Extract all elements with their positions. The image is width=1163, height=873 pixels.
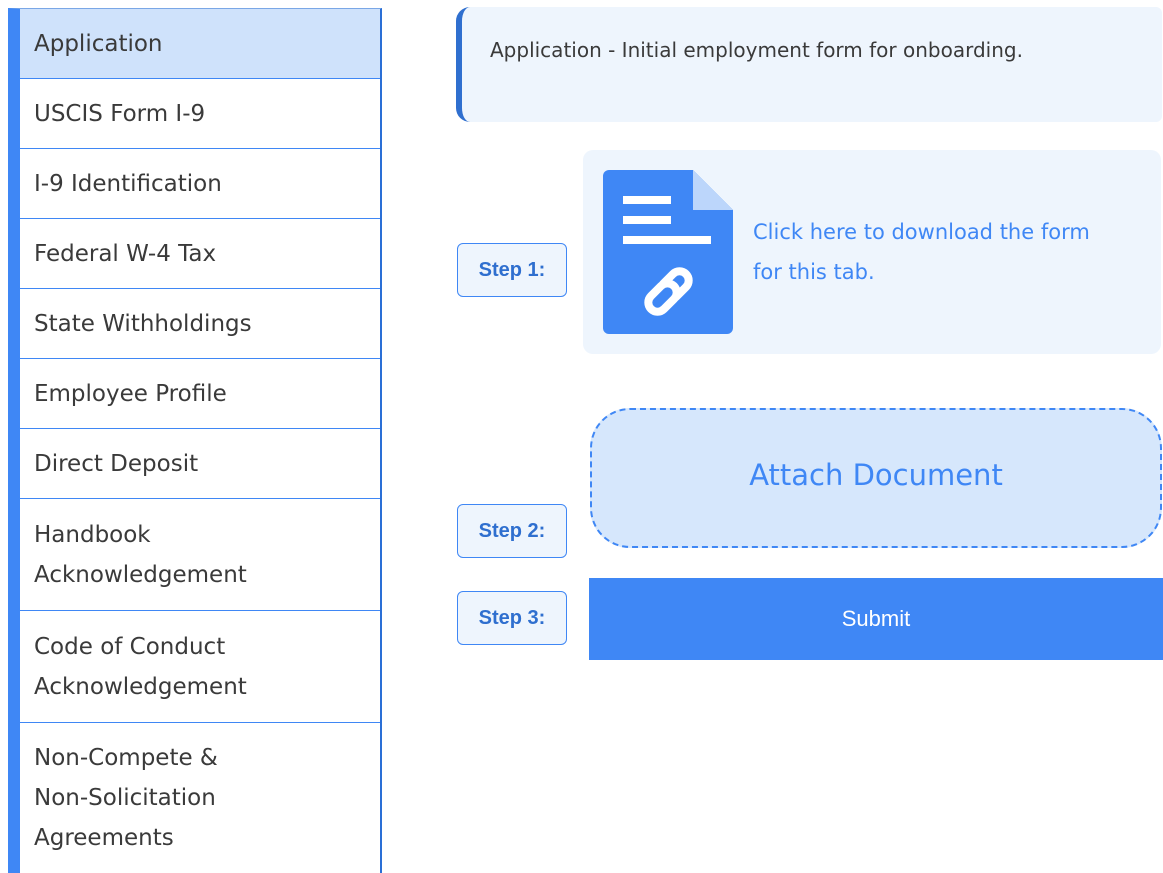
step-1-label: Step 1: (457, 243, 567, 297)
description-text: Application - Initial employment form fo… (490, 38, 1023, 62)
document-link-icon (603, 170, 733, 334)
sidebar-item-label: State Withholdings (34, 310, 252, 337)
download-link-text: Click here to download the form for this… (753, 220, 1090, 284)
sidebar-item-state-withholdings[interactable]: State Withholdings (20, 289, 380, 359)
step-3-label: Step 3: (457, 591, 567, 645)
sidebar-item-label: I-9 Identification (34, 170, 222, 197)
sidebar-item-non-compete[interactable]: Non-Compete & Non-Solicitation Agreement… (20, 723, 380, 873)
sidebar-item-i9-identification[interactable]: I-9 Identification (20, 149, 380, 219)
sidebar-item-uscis-form-i9[interactable]: USCIS Form I-9 (20, 79, 380, 149)
attach-document-button[interactable]: Attach Document (590, 408, 1162, 548)
sidebar-item-handbook-acknowledgement[interactable]: Handbook Acknowledgement (20, 499, 380, 611)
download-form-link[interactable]: Click here to download the form for this… (583, 150, 1161, 354)
sidebar-item-label: Employee Profile (34, 380, 227, 407)
sidebar-item-label: Handbook Acknowledgement (34, 521, 247, 588)
sidebar-item-label: Application (34, 30, 163, 57)
sidebar-item-federal-w4-tax[interactable]: Federal W-4 Tax (20, 219, 380, 289)
sidebar-item-label: Federal W-4 Tax (34, 240, 217, 267)
sidebar-item-application[interactable]: Application (20, 9, 380, 79)
sidebar-item-label: Code of Conduct Acknowledgement (34, 633, 247, 700)
attach-document-label: Attach Document (749, 458, 1003, 492)
sidebar-item-label: Non-Compete & Non-Solicitation Agreement… (34, 745, 218, 851)
sidebar-item-employee-profile[interactable]: Employee Profile (20, 359, 380, 429)
sidebar-item-code-of-conduct[interactable]: Code of Conduct Acknowledgement (20, 611, 380, 723)
sidebar-item-label: Direct Deposit (34, 450, 199, 477)
onboarding-sidebar: Application USCIS Form I-9 I-9 Identific… (8, 8, 382, 873)
tab-description: Application - Initial employment form fo… (456, 7, 1162, 122)
step-2-label: Step 2: (457, 504, 567, 558)
submit-button[interactable]: Submit (589, 578, 1163, 660)
sidebar-item-direct-deposit[interactable]: Direct Deposit (20, 429, 380, 499)
sidebar-item-label: USCIS Form I-9 (34, 100, 206, 127)
